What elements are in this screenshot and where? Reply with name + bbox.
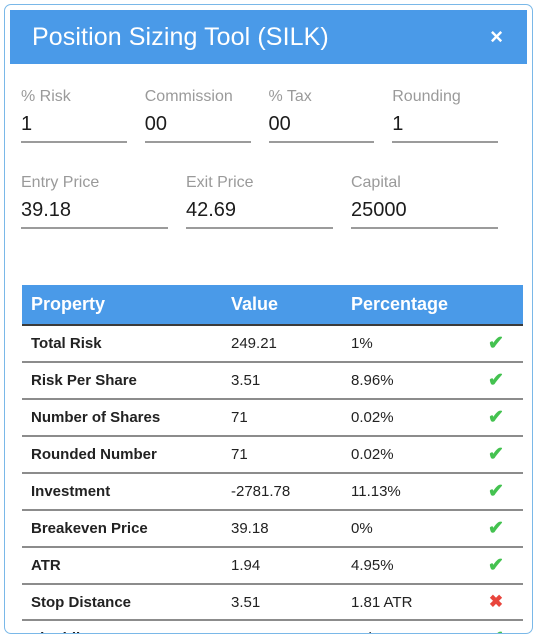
close-icon[interactable]: ×	[484, 24, 509, 50]
table-row: Risk Per Share3.518.96% ✔	[22, 362, 523, 399]
field-label-capital: Capital	[351, 173, 498, 193]
cell-status: ✔	[460, 473, 523, 510]
position-sizing-tool-panel: Position Sizing Tool (SILK) × % Risk Com…	[4, 4, 533, 634]
results-table: Property Value Percentage Total Risk249.…	[22, 285, 523, 634]
title-bar: Position Sizing Tool (SILK) ×	[10, 10, 527, 64]
field-label-commission: Commission	[145, 87, 251, 107]
cell-property: Liquidity	[22, 620, 222, 634]
cell-percentage: 1.81 ATR	[342, 584, 460, 620]
cell-percentage: 0.02%	[342, 399, 460, 436]
input-row-primary: % Risk Commission % Tax Rounding	[5, 87, 532, 143]
field-label-exit-price: Exit Price	[186, 173, 333, 193]
cell-status: ✔	[460, 436, 523, 473]
table-row: Liquidity2917860 days ✔	[22, 620, 523, 634]
rounding-input[interactable]	[392, 110, 498, 143]
cell-property: Rounded Number	[22, 436, 222, 473]
page-title: Position Sizing Tool (SILK)	[32, 23, 329, 52]
field-label-rounding: Rounding	[392, 87, 498, 107]
table-row: Investment-2781.7811.13% ✔	[22, 473, 523, 510]
field-label-percent-risk: % Risk	[21, 87, 127, 107]
cell-percentage: 4.95%	[342, 547, 460, 584]
cell-percentage: 8.96%	[342, 362, 460, 399]
percent-tax-input[interactable]	[269, 110, 375, 143]
results-table-body: Total Risk249.211%✔Risk Per Share3.518.9…	[22, 325, 523, 634]
cell-status: ✔	[460, 399, 523, 436]
cell-status: ✖	[460, 584, 523, 620]
capital-input[interactable]	[351, 196, 498, 229]
table-row: Rounded Number710.02% ✔	[22, 436, 523, 473]
check-icon: ✔	[488, 555, 504, 576]
cell-percentage: 0%	[342, 510, 460, 547]
cell-status: ✔	[460, 547, 523, 584]
check-icon: ✔	[488, 333, 504, 354]
field-capital: Capital	[351, 173, 516, 229]
field-rounding: Rounding	[392, 87, 516, 143]
field-entry-price: Entry Price	[21, 173, 186, 229]
table-row: Breakeven Price39.180% ✔	[22, 510, 523, 547]
cell-value: -2781.78	[222, 473, 342, 510]
column-header-value: Value	[222, 285, 342, 325]
field-percent-risk: % Risk	[21, 87, 145, 143]
check-icon: ✔	[488, 407, 504, 428]
commission-input[interactable]	[145, 110, 251, 143]
check-icon: ✔	[488, 370, 504, 391]
check-icon: ✔	[488, 481, 504, 502]
table-row: Total Risk249.211% ✔	[22, 325, 523, 362]
column-header-status	[460, 285, 523, 325]
cell-value: 249.21	[222, 325, 342, 362]
input-fields-section: % Risk Commission % Tax Rounding Entry P…	[5, 69, 532, 229]
cell-status: ✔	[460, 362, 523, 399]
exit-price-input[interactable]	[186, 196, 333, 229]
field-exit-price: Exit Price	[186, 173, 351, 229]
cell-value: 291786	[222, 620, 342, 634]
cell-value: 71	[222, 399, 342, 436]
table-row: ATR1.944.95% ✔	[22, 547, 523, 584]
check-icon: ✔	[488, 444, 504, 465]
cell-property: Investment	[22, 473, 222, 510]
cell-property: Total Risk	[22, 325, 222, 362]
percent-risk-input[interactable]	[21, 110, 127, 143]
table-row: Stop Distance3.511.81 ATR ✖	[22, 584, 523, 620]
field-label-percent-tax: % Tax	[269, 87, 375, 107]
cell-property: Risk Per Share	[22, 362, 222, 399]
cell-property: ATR	[22, 547, 222, 584]
cell-value: 39.18	[222, 510, 342, 547]
cell-property: Number of Shares	[22, 399, 222, 436]
results-table-wrapper: Property Value Percentage Total Risk249.…	[22, 285, 523, 634]
cell-property: Stop Distance	[22, 584, 222, 620]
check-icon: ✔	[488, 628, 504, 634]
cell-status: ✔	[460, 510, 523, 547]
field-label-entry-price: Entry Price	[21, 173, 168, 193]
cell-percentage: 0 days	[342, 620, 460, 634]
input-row-secondary: Entry Price Exit Price Capital	[5, 173, 532, 229]
cell-percentage: 1%	[342, 325, 460, 362]
cell-percentage: 0.02%	[342, 436, 460, 473]
table-row: Number of Shares710.02% ✔	[22, 399, 523, 436]
check-icon: ✔	[488, 518, 504, 539]
cell-property: Breakeven Price	[22, 510, 222, 547]
cell-status: ✔	[460, 325, 523, 362]
column-header-percentage: Percentage	[342, 285, 460, 325]
entry-price-input[interactable]	[21, 196, 168, 229]
cell-value: 71	[222, 436, 342, 473]
cross-icon: ✖	[489, 592, 503, 611]
field-percent-tax: % Tax	[269, 87, 393, 143]
cell-percentage: 11.13%	[342, 473, 460, 510]
table-header-row: Property Value Percentage	[22, 285, 523, 325]
cell-value: 1.94	[222, 547, 342, 584]
cell-value: 3.51	[222, 584, 342, 620]
cell-value: 3.51	[222, 362, 342, 399]
cell-status: ✔	[460, 620, 523, 634]
field-commission: Commission	[145, 87, 269, 143]
column-header-property: Property	[22, 285, 222, 325]
